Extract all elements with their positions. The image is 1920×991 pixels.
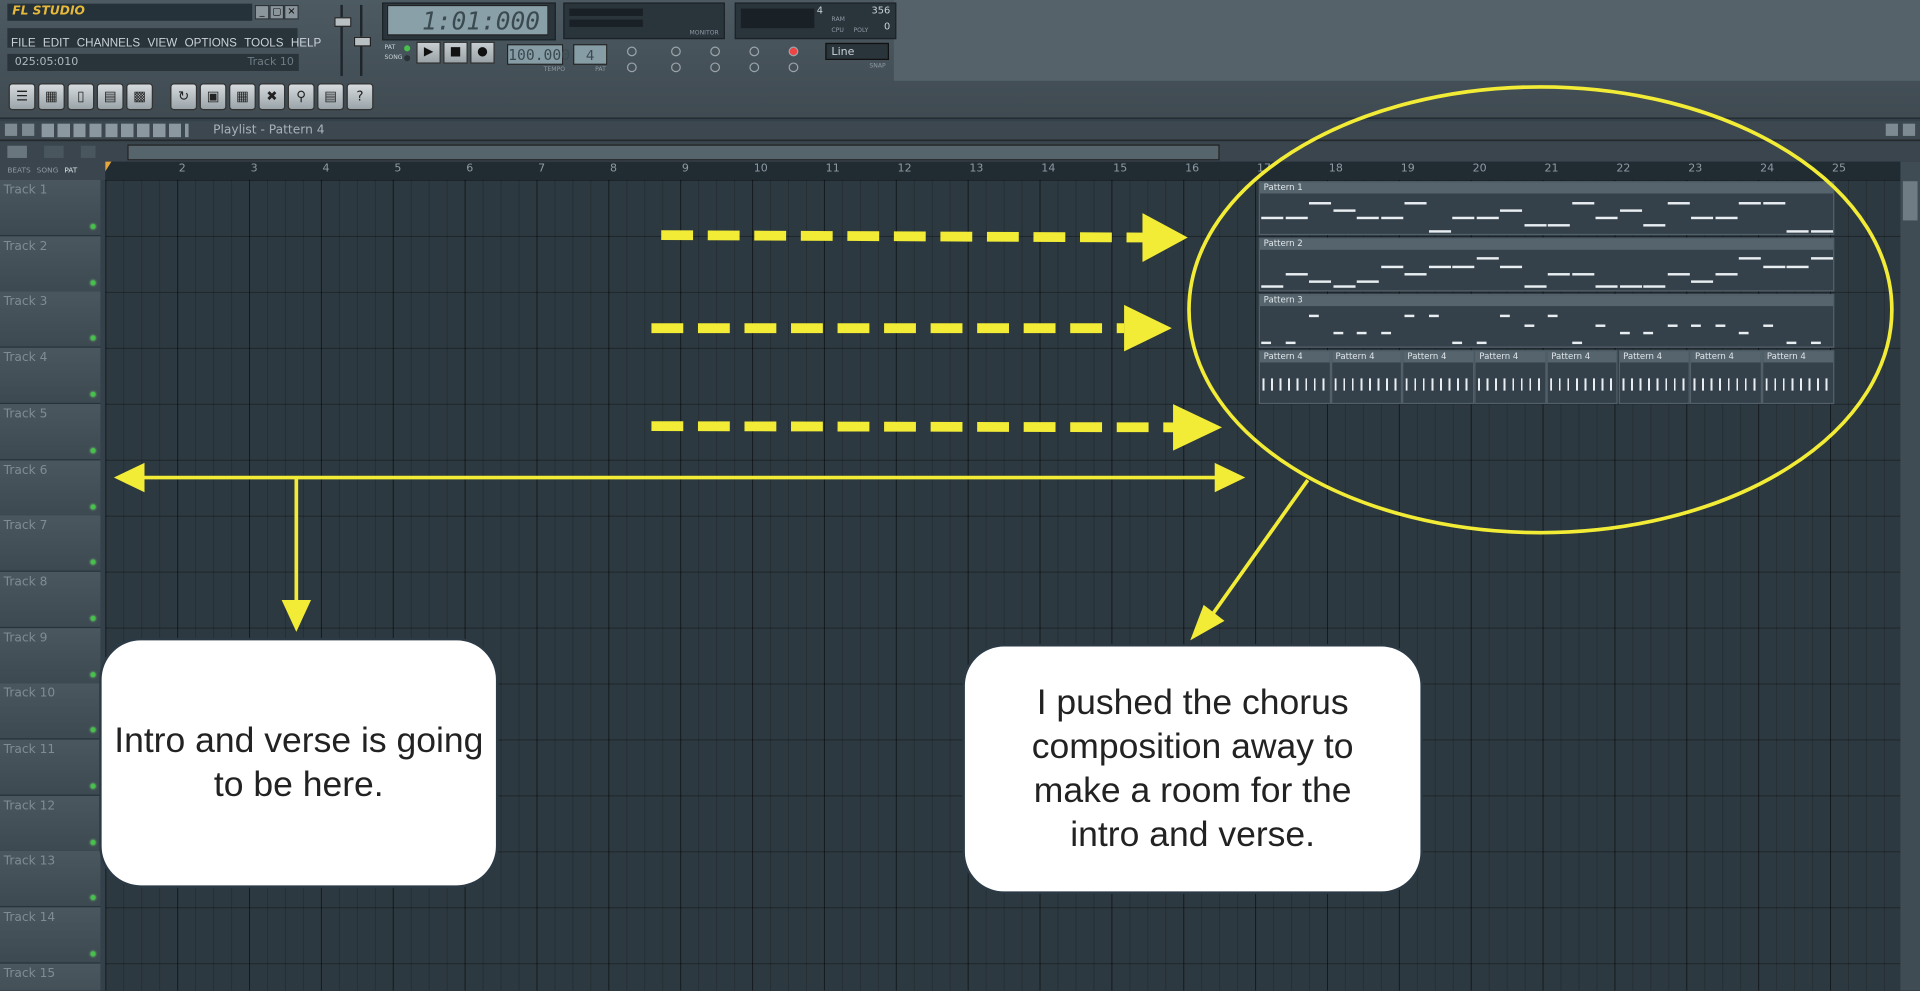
chorus-callout-arrowhead	[1190, 604, 1225, 641]
span-arrowhead-right	[1214, 462, 1246, 493]
span-arrowhead-left	[113, 462, 145, 493]
dashed-arrow-track-1	[661, 230, 1149, 243]
chorus-callout-line	[1210, 478, 1310, 616]
dashed-arrow-track-5	[651, 421, 1176, 433]
arrowhead-track-5	[1173, 404, 1223, 451]
intro-callout-arrowhead	[281, 600, 312, 632]
arrowhead-track-3	[1124, 304, 1172, 352]
chorus-note: I pushed the chorus composition away to …	[962, 644, 1423, 894]
arrowhead-track-1	[1142, 213, 1188, 263]
chorus-highlight-ellipse	[1187, 85, 1894, 535]
intro-verse-note: Intro and verse is going to be here.	[99, 637, 499, 888]
fl-studio-window: FL STUDIO _ ▢ ✕ FILE EDIT CHANNELS VIEW OPTI…	[0, 0, 1920, 991]
